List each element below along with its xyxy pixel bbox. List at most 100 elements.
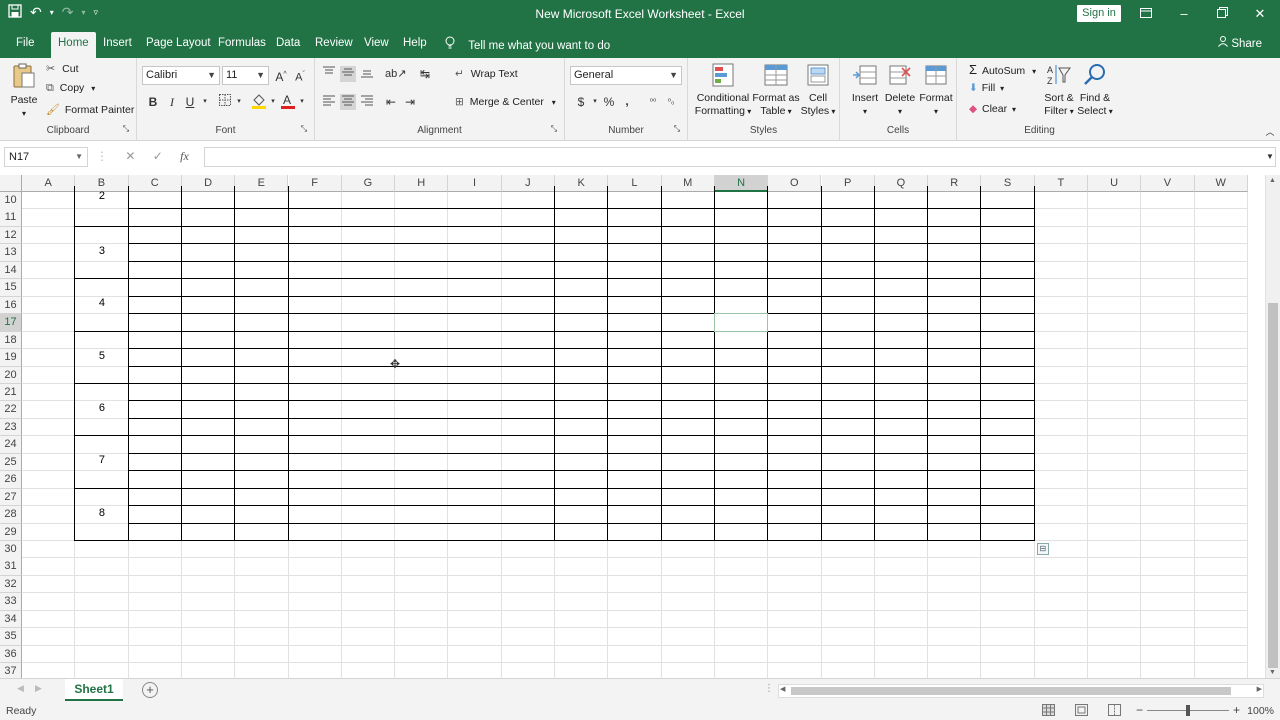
font-launcher-icon[interactable]: ⤡ bbox=[296, 121, 312, 137]
row-header-11[interactable]: 11 bbox=[0, 209, 22, 227]
restore-icon[interactable] bbox=[1210, 4, 1234, 24]
fill-color-dropdown-icon[interactable]: ▾ bbox=[265, 94, 281, 110]
borders-dropdown-icon[interactable]: ▾ bbox=[231, 94, 247, 110]
row-header-27[interactable]: 27 bbox=[0, 488, 22, 507]
column-header-i[interactable]: I bbox=[448, 175, 502, 192]
column-header-s[interactable]: S bbox=[981, 175, 1035, 192]
tell-me-box[interactable]: Tell me what you want to do bbox=[445, 36, 610, 52]
scroll-left-icon[interactable]: ◀ bbox=[780, 685, 785, 693]
column-header-h[interactable]: H bbox=[395, 175, 449, 192]
tab-view[interactable]: View bbox=[357, 32, 396, 58]
zoom-level[interactable]: 100% bbox=[1247, 705, 1274, 717]
column-header-f[interactable]: F bbox=[288, 175, 342, 192]
align-right-icon[interactable] bbox=[359, 94, 375, 110]
row-header-34[interactable]: 34 bbox=[0, 610, 22, 629]
row-header-30[interactable]: 30 bbox=[0, 541, 22, 559]
share-button[interactable]: Share bbox=[1218, 36, 1262, 50]
increase-font-icon[interactable]: A^ bbox=[273, 67, 289, 84]
insert-function-button[interactable]: fx bbox=[180, 149, 189, 163]
collapse-ribbon-icon[interactable]: ︿ bbox=[1262, 124, 1278, 140]
percent-button[interactable]: % bbox=[601, 94, 617, 110]
column-header-r[interactable]: R bbox=[928, 175, 982, 192]
ribbon-display-icon[interactable] bbox=[1134, 4, 1158, 24]
group-number-cell[interactable]: 8 bbox=[75, 507, 128, 519]
copy-button[interactable]: ⧉ Copy ▾ bbox=[46, 82, 95, 95]
row-header-23[interactable]: 23 bbox=[0, 418, 22, 437]
font-color-dropdown-icon[interactable]: ▾ bbox=[294, 94, 310, 110]
scroll-down-icon[interactable]: ▼ bbox=[1269, 669, 1276, 676]
row-header-24[interactable]: 24 bbox=[0, 436, 22, 454]
enter-icon[interactable]: ✓ bbox=[153, 149, 163, 163]
indent-dropdown-icon[interactable]: ↹ bbox=[417, 66, 433, 82]
row-header-26[interactable]: 26 bbox=[0, 471, 22, 489]
conditional-formatting-button[interactable]: Conditional Formatting ▾ bbox=[694, 62, 752, 118]
find-select-button[interactable]: Find & Select ▾ bbox=[1077, 62, 1113, 118]
column-header-p[interactable]: P bbox=[821, 175, 875, 192]
row-header-36[interactable]: 36 bbox=[0, 645, 22, 664]
number-format-select[interactable]: General ▼ bbox=[570, 66, 682, 85]
group-number-cell[interactable]: 4 bbox=[75, 297, 128, 309]
row-header-35[interactable]: 35 bbox=[0, 628, 22, 646]
row-header-10[interactable]: 10 bbox=[0, 192, 22, 210]
sheet-tab-sheet1[interactable]: Sheet1 bbox=[65, 679, 123, 701]
row-header-18[interactable]: 18 bbox=[0, 331, 22, 350]
tab-home[interactable]: Home bbox=[51, 32, 96, 58]
worksheet-grid[interactable]: A B C D E F G H I J K L M N O P Q R S T U V W 10 11 12 13 14 15 16 17 1… bbox=[0, 175, 1265, 678]
middle-align-icon[interactable] bbox=[340, 66, 356, 82]
align-center-icon[interactable] bbox=[340, 94, 356, 110]
underline-button[interactable]: U bbox=[182, 94, 198, 110]
sort-filter-button[interactable]: AZ Sort & Filter ▾ bbox=[1041, 62, 1077, 118]
column-header-q[interactable]: Q bbox=[874, 175, 929, 192]
tab-insert[interactable]: Insert bbox=[96, 32, 139, 58]
row-header-17[interactable]: 17 bbox=[0, 314, 22, 332]
column-header-o[interactable]: O bbox=[768, 175, 822, 192]
tab-data[interactable]: Data bbox=[269, 32, 307, 58]
column-header-j[interactable]: J bbox=[501, 175, 555, 192]
formula-input[interactable] bbox=[204, 147, 1276, 167]
format-painter-button[interactable]: 🖌 Format Painter bbox=[46, 103, 134, 116]
row-header-20[interactable]: 20 bbox=[0, 366, 22, 384]
clipboard-launcher-icon[interactable]: ⤡ bbox=[118, 121, 134, 137]
delete-cells-button[interactable]: Delete ▾ bbox=[883, 62, 917, 118]
sign-in-button[interactable]: Sign in bbox=[1077, 5, 1121, 22]
column-header-a[interactable]: A bbox=[22, 175, 76, 192]
column-header-g[interactable]: G bbox=[341, 175, 396, 192]
page-break-view-icon[interactable] bbox=[1108, 704, 1121, 719]
wrap-text-button[interactable]: ↵ Wrap Text bbox=[455, 68, 518, 80]
paste-button[interactable]: Paste ▾ bbox=[8, 62, 40, 120]
font-name-select[interactable]: Calibri ▼ bbox=[142, 66, 220, 85]
merge-center-button[interactable]: ⊞ Merge & Center ▾ bbox=[455, 96, 556, 108]
column-header-v[interactable]: V bbox=[1141, 175, 1195, 192]
format-as-table-button[interactable]: Format as Table ▾ bbox=[750, 62, 802, 118]
row-header-33[interactable]: 33 bbox=[0, 593, 22, 611]
orientation-icon[interactable]: ab↗ bbox=[385, 66, 406, 82]
row-header-25[interactable]: 25 bbox=[0, 453, 22, 472]
row-header-31[interactable]: 31 bbox=[0, 558, 22, 576]
bottom-align-icon[interactable] bbox=[359, 66, 375, 82]
tab-formulas[interactable]: Formulas bbox=[211, 32, 273, 58]
zoom-out-icon[interactable]: − bbox=[1136, 703, 1143, 717]
clear-button[interactable]: ◆ Clear ▾ bbox=[969, 103, 1016, 115]
row-header-12[interactable]: 12 bbox=[0, 226, 22, 245]
decrease-font-icon[interactable]: Aˇ bbox=[292, 67, 308, 84]
name-box[interactable]: N17 ▼ bbox=[4, 147, 88, 167]
autosum-button[interactable]: Σ AutoSum ▾ bbox=[969, 62, 1036, 77]
align-left-icon[interactable] bbox=[321, 94, 337, 110]
column-header-l[interactable]: L bbox=[608, 175, 662, 192]
group-number-cell[interactable]: 7 bbox=[75, 454, 128, 466]
cell-styles-button[interactable]: Cell Styles ▾ bbox=[800, 62, 836, 118]
column-header-w[interactable]: W bbox=[1194, 175, 1248, 192]
top-align-icon[interactable] bbox=[321, 66, 337, 82]
column-header-n[interactable]: N bbox=[714, 175, 769, 192]
minimize-icon[interactable]: – bbox=[1172, 4, 1196, 24]
horizontal-scrollbar[interactable]: ◀ ▶ bbox=[778, 684, 1264, 698]
row-header-32[interactable]: 32 bbox=[0, 575, 22, 594]
row-header-13[interactable]: 13 bbox=[0, 244, 22, 262]
format-cells-button[interactable]: Format ▾ bbox=[918, 62, 954, 118]
horizontal-scroll-thumb[interactable] bbox=[791, 687, 1231, 695]
insert-cells-button[interactable]: Insert ▾ bbox=[848, 62, 882, 118]
active-cell-n17[interactable] bbox=[713, 313, 769, 332]
row-header-29[interactable]: 29 bbox=[0, 523, 22, 542]
alignment-launcher-icon[interactable]: ⤡ bbox=[546, 121, 562, 137]
close-icon[interactable]: ✕ bbox=[1248, 4, 1272, 24]
